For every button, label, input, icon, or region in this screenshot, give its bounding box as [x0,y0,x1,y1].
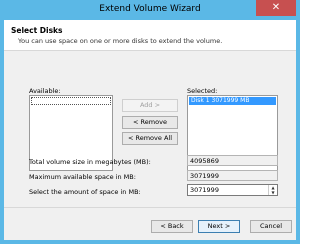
total-size-field: 4095869 [187,155,278,166]
wizard-footer: < Back Next > Cancel [4,208,296,240]
back-button[interactable]: < Back [151,220,193,233]
amount-value: 3071999 [190,186,219,194]
available-label: Available: [29,87,61,95]
page-subtitle: You can use space on one or more disks t… [18,37,223,45]
page-title: Select Disks [11,26,63,35]
remove-all-button[interactable]: < Remove All [122,132,178,145]
spin-buttons: ▲ ▼ [268,185,277,195]
cancel-button[interactable]: Cancel [250,220,292,233]
window-title: Extend Volume Wizard [99,4,201,14]
amount-label: Select the amount of space in MB: [29,188,141,196]
selected-label: Selected: [187,87,218,95]
total-size-label: Total volume size in megabytes (MB): [29,158,151,166]
wizard-window: Extend Volume Wizard ✕ Select Disks You … [0,0,300,244]
available-focus-row [31,97,111,105]
amount-spinbox[interactable]: 3071999 ▲ ▼ [187,184,278,196]
remove-button[interactable]: < Remove [122,116,178,129]
close-button[interactable]: ✕ [256,0,296,16]
add-button[interactable]: Add > [122,99,178,112]
spin-down-icon[interactable]: ▼ [269,190,277,195]
wizard-body: Select Disks You can use space on one or… [4,20,296,240]
wizard-header: Select Disks You can use space on one or… [4,20,296,51]
title-bar[interactable]: Extend Volume Wizard ✕ [0,0,300,20]
next-button[interactable]: Next > [198,220,240,233]
max-space-label: Maximum available space in MB: [29,173,136,181]
close-icon: ✕ [271,2,281,13]
max-space-field: 3071999 [187,170,278,181]
list-item[interactable]: Disk 1 3071999 MB [189,97,276,105]
